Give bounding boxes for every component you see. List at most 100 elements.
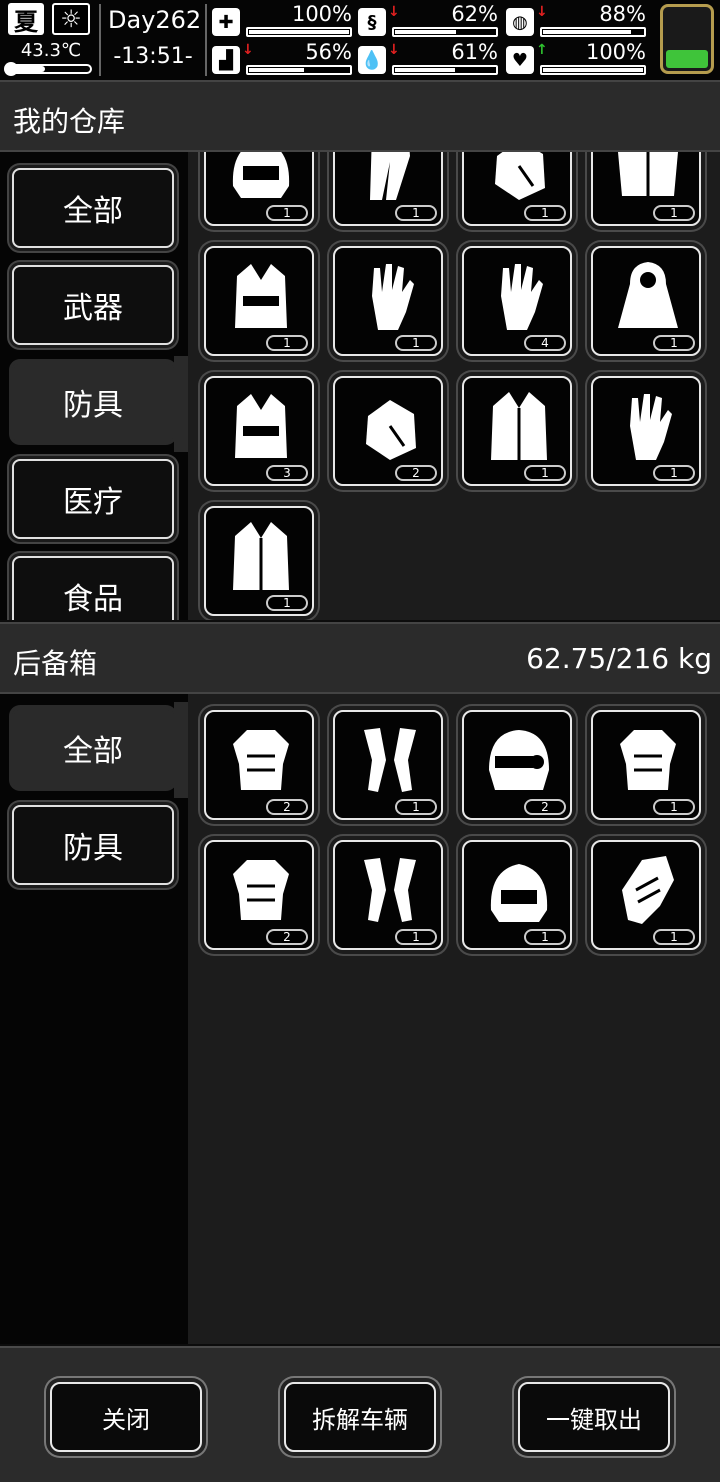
item-count: 1 [395, 799, 437, 815]
helmet-icon [232, 152, 290, 198]
stat-bar [392, 27, 498, 37]
stat-bar-fill [395, 30, 457, 34]
item-slot[interactable]: 1 [204, 246, 314, 356]
item-slot[interactable]: 1 [591, 152, 701, 226]
trunk-weight: 62.75/216 kg [526, 642, 712, 675]
category-tab[interactable]: 全部 [12, 168, 174, 248]
category-tab[interactable]: 武器 [12, 265, 174, 345]
item-slot[interactable]: 2 [204, 710, 314, 820]
item-count: 1 [266, 205, 308, 221]
plate-carrier-icon [620, 730, 676, 790]
jacket-icon [618, 152, 678, 196]
category-tab[interactable]: 食品 [12, 556, 174, 620]
stat-energy: ◍ ↓ 88% [506, 2, 646, 40]
category-tab[interactable]: 防具 [12, 356, 188, 452]
trunk-title: 后备箱 [13, 647, 98, 680]
divider [205, 4, 207, 76]
fur-robe-icon [233, 522, 289, 590]
stomach-icon: § [358, 8, 386, 36]
item-slot[interactable]: 4 [462, 246, 572, 356]
category-tab[interactable]: 医疗 [12, 459, 174, 539]
trunk-header: 后备箱 62.75/216 kg [0, 622, 720, 694]
temperature: 43.3℃ [20, 40, 82, 61]
gauntlet-icon [622, 856, 674, 924]
stat-bar [246, 27, 352, 37]
stat-bar-fill [395, 68, 456, 72]
item-count: 2 [266, 799, 308, 815]
sun-icon: ☼ [52, 3, 90, 35]
action-bar: 关闭 拆解车辆 一键取出 [0, 1346, 720, 1482]
item-slot[interactable]: 1 [204, 506, 314, 616]
stat-value: 62% [451, 2, 498, 26]
fingerless-gloves-icon [372, 264, 414, 330]
stat-bar-fill [249, 30, 349, 34]
body-armor-icon [233, 730, 289, 790]
item-count: 1 [653, 929, 695, 945]
item-count: 1 [395, 929, 437, 945]
pill-icon: ◍ [506, 8, 534, 36]
day-counter: Day262 [108, 6, 202, 34]
battery-icon[interactable] [660, 4, 714, 74]
game-clock: -13:51- [113, 44, 193, 69]
item-count: 2 [395, 465, 437, 481]
warehouse-title: 我的仓库 [13, 105, 126, 138]
category-tab[interactable]: 全部 [12, 702, 188, 798]
thermometer-fill [8, 66, 45, 72]
item-count: 2 [266, 929, 308, 945]
item-slot[interactable]: 1 [462, 840, 572, 950]
item-count: 1 [653, 799, 695, 815]
item-slot[interactable]: 1 [333, 246, 443, 356]
season-badge: 夏 [8, 3, 44, 36]
fur-vest-icon [235, 264, 287, 328]
arm-guards-icon [364, 858, 416, 922]
fur-coat-icon [491, 392, 547, 460]
water-drop-icon: 💧 [358, 46, 386, 74]
item-slot[interactable]: 2 [462, 710, 572, 820]
warehouse-category-list[interactable]: 全部武器防具 医疗食品 [0, 152, 188, 620]
item-count: 1 [395, 205, 437, 221]
warehouse-item-grid[interactable]: 1 1 1 1 1 1 4 1 3 2 1 1 1 [188, 152, 720, 620]
stat-health: ✚ 100% [212, 2, 352, 40]
item-count: 1 [266, 595, 308, 611]
stat-bar-fill [249, 68, 305, 72]
padded-gloves-icon [630, 394, 672, 460]
item-slot[interactable]: 1 [333, 152, 443, 226]
item-slot[interactable]: 3 [204, 376, 314, 486]
item-count: 1 [653, 465, 695, 481]
dismantle-vehicle-button[interactable]: 拆解车辆 [284, 1382, 436, 1452]
item-count: 1 [524, 205, 566, 221]
item-slot[interactable]: 2 [333, 376, 443, 486]
riveted-gloves-icon [501, 264, 543, 330]
item-count: 1 [524, 929, 566, 945]
item-count: 4 [524, 335, 566, 351]
item-slot[interactable]: 1 [591, 376, 701, 486]
stat-value: 100% [291, 2, 352, 26]
hooded-cloak-icon [618, 262, 678, 328]
item-slot[interactable]: 1 [591, 840, 701, 950]
stat-value: 100% [585, 40, 646, 64]
close-button[interactable]: 关闭 [50, 1382, 202, 1452]
item-slot[interactable]: 1 [591, 246, 701, 356]
item-slot[interactable]: 1 [462, 376, 572, 486]
item-count: 1 [395, 335, 437, 351]
boot-icon: ▟ [212, 46, 240, 74]
item-slot[interactable]: 1 [333, 710, 443, 820]
item-slot[interactable]: 2 [204, 840, 314, 950]
item-slot[interactable]: 1 [462, 152, 572, 226]
trend-arrow-icon: ↓ [242, 42, 254, 58]
take-all-button[interactable]: 一键取出 [518, 1382, 670, 1452]
trunk-item-grid[interactable]: 2 1 2 1 2 1 1 1 [188, 694, 720, 1344]
leg-guards-icon [364, 728, 416, 792]
thermometer-gauge [4, 62, 92, 76]
item-slot[interactable]: 1 [204, 152, 314, 226]
category-tab[interactable]: 防具 [12, 805, 174, 885]
stat-value: 61% [451, 40, 498, 64]
stat-value: 88% [599, 2, 646, 26]
stat-hunger: § ↓ 62% [358, 2, 498, 40]
item-slot[interactable]: 1 [591, 710, 701, 820]
stat-bar-fill [543, 30, 631, 34]
trend-arrow-icon: ↓ [388, 4, 400, 20]
stat-bar [246, 65, 352, 75]
trunk-category-list[interactable]: 全部 防具 [0, 694, 188, 1344]
item-slot[interactable]: 1 [333, 840, 443, 950]
